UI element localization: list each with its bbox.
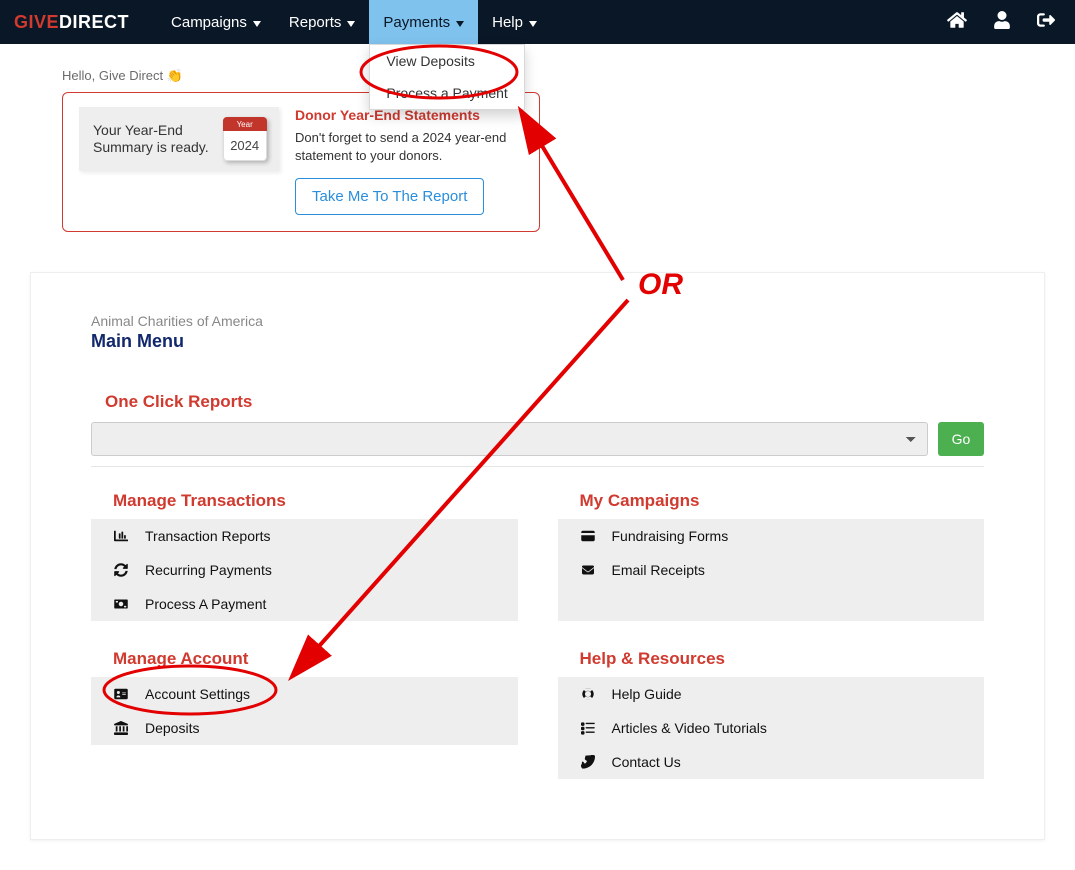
link-email-receipts[interactable]: Email Receipts bbox=[558, 553, 985, 587]
org-name: Animal Charities of America bbox=[91, 313, 984, 329]
link-fundraising-forms[interactable]: Fundraising Forms bbox=[558, 519, 985, 553]
link-label: Contact Us bbox=[612, 754, 681, 770]
nav-items: Campaigns Reports Payments View Deposits… bbox=[157, 0, 551, 44]
nav-label: Payments bbox=[383, 14, 450, 31]
caret-down-icon bbox=[253, 14, 261, 31]
caret-down-icon bbox=[456, 14, 464, 31]
link-label: Email Receipts bbox=[612, 562, 705, 578]
payments-dropdown: View Deposits Process a Payment bbox=[369, 44, 524, 110]
envelope-icon bbox=[580, 564, 596, 576]
nav-label: Help bbox=[492, 14, 523, 31]
nav-help[interactable]: Help bbox=[478, 0, 551, 44]
caret-down-icon bbox=[529, 14, 537, 31]
link-process-payment[interactable]: Process A Payment bbox=[91, 587, 518, 621]
link-label: Account Settings bbox=[145, 686, 250, 702]
life-ring-icon bbox=[580, 687, 596, 701]
section-manage-transactions: Manage Transactions bbox=[113, 491, 518, 511]
brand-part-direct: DIRECT bbox=[59, 12, 129, 33]
go-button[interactable]: Go bbox=[938, 422, 984, 456]
brand-logo[interactable]: GIVEDIRECT bbox=[0, 0, 157, 44]
credit-card-icon bbox=[580, 530, 596, 542]
calendar-icon: Year 2024 bbox=[223, 117, 267, 161]
sign-out-icon[interactable] bbox=[1037, 11, 1055, 33]
money-icon bbox=[113, 598, 129, 610]
list-icon bbox=[580, 721, 596, 735]
link-recurring-payments[interactable]: Recurring Payments bbox=[91, 553, 518, 587]
caret-down-icon bbox=[347, 14, 355, 31]
top-nav: GIVEDIRECT Campaigns Reports Payments Vi… bbox=[0, 0, 1075, 44]
link-label: Deposits bbox=[145, 720, 199, 736]
page-title: Main Menu bbox=[91, 331, 984, 352]
link-contact-us[interactable]: Contact Us bbox=[558, 745, 985, 779]
alert-body: Don't forget to send a 2024 year-end sta… bbox=[295, 129, 523, 164]
greeting-text: Hello, Give Direct 👏 bbox=[62, 68, 1075, 84]
one-click-reports-select[interactable] bbox=[91, 422, 928, 456]
nav-label: Reports bbox=[289, 14, 342, 31]
divider bbox=[91, 466, 984, 467]
main-panel: Animal Charities of America Main Menu On… bbox=[30, 272, 1045, 840]
dropdown-process-payment[interactable]: Process a Payment bbox=[370, 77, 523, 109]
link-label: Transaction Reports bbox=[145, 528, 271, 544]
bank-icon bbox=[113, 721, 129, 735]
link-label: Articles & Video Tutorials bbox=[612, 720, 767, 736]
take-me-to-report-button[interactable]: Take Me To The Report bbox=[295, 178, 484, 215]
section-my-campaigns: My Campaigns bbox=[580, 491, 985, 511]
link-label: Fundraising Forms bbox=[612, 528, 729, 544]
nav-payments[interactable]: Payments View Deposits Process a Payment bbox=[369, 0, 478, 44]
nav-label: Campaigns bbox=[171, 14, 247, 31]
link-label: Help Guide bbox=[612, 686, 682, 702]
section-manage-account: Manage Account bbox=[113, 649, 518, 669]
alert-card-left: Your Year-End Summary is ready. Year 202… bbox=[79, 107, 279, 171]
nav-campaigns[interactable]: Campaigns bbox=[157, 0, 275, 44]
link-deposits[interactable]: Deposits bbox=[91, 711, 518, 745]
year-end-alert: Your Year-End Summary is ready. Year 202… bbox=[62, 92, 540, 232]
alert-card-text: Your Year-End Summary is ready. bbox=[93, 122, 209, 157]
refresh-icon bbox=[113, 563, 129, 577]
section-help-resources: Help & Resources bbox=[580, 649, 985, 669]
link-help-guide[interactable]: Help Guide bbox=[558, 677, 985, 711]
dropdown-view-deposits[interactable]: View Deposits bbox=[370, 45, 523, 77]
nav-reports[interactable]: Reports bbox=[275, 0, 370, 44]
link-account-settings[interactable]: Account Settings bbox=[91, 677, 518, 711]
phone-icon bbox=[580, 755, 596, 769]
brand-part-give: GIVE bbox=[14, 12, 59, 33]
link-label: Recurring Payments bbox=[145, 562, 272, 578]
link-articles-tutorials[interactable]: Articles & Video Tutorials bbox=[558, 711, 985, 745]
link-label: Process A Payment bbox=[145, 596, 266, 612]
bar-chart-icon bbox=[113, 529, 129, 543]
one-click-reports-title: One Click Reports bbox=[105, 392, 984, 412]
user-icon[interactable] bbox=[993, 11, 1011, 33]
id-card-icon bbox=[113, 688, 129, 700]
link-transaction-reports[interactable]: Transaction Reports bbox=[91, 519, 518, 553]
home-icon[interactable] bbox=[947, 11, 967, 33]
